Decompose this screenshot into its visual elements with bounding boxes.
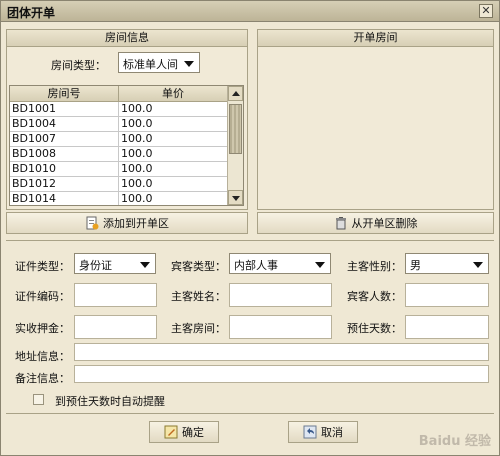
guest-count-label: 宾客人数： — [347, 290, 402, 303]
deposit-input[interactable] — [74, 315, 157, 339]
room-number-cell: BD1004 — [10, 117, 119, 131]
room-number-cell: BD1012 — [10, 177, 119, 191]
table-row[interactable]: BD1008 100.0 — [10, 147, 228, 162]
trash-icon — [334, 216, 348, 230]
guest-count-input[interactable] — [405, 283, 489, 307]
price-cell: 100.0 — [119, 102, 228, 116]
arrow-up-icon — [232, 91, 240, 96]
price-cell: 100.0 — [119, 147, 228, 161]
stay-days-input[interactable] — [405, 315, 489, 339]
remove-from-order-label: 从开单区删除 — [351, 217, 418, 230]
gender-label: 主客性别： — [347, 260, 402, 273]
gender-value: 男 — [410, 259, 421, 272]
room-table-header: 房间号 单价 — [10, 86, 228, 102]
chevron-down-icon — [315, 262, 325, 268]
room-number-cell: BD1014 — [10, 192, 119, 205]
guest-type-select[interactable]: 内部人事 — [229, 253, 331, 274]
room-info-header: 房间信息 — [7, 30, 247, 47]
table-row[interactable]: BD1014 100.0 — [10, 192, 228, 205]
table-row[interactable]: BD1004 100.0 — [10, 117, 228, 132]
guest-room-input[interactable] — [229, 315, 332, 339]
close-button[interactable]: ✕ — [479, 4, 493, 18]
deposit-label: 实收押金： — [15, 322, 70, 335]
address-label: 地址信息： — [15, 350, 70, 363]
price-cell: 100.0 — [119, 132, 228, 146]
scroll-down-button[interactable] — [228, 190, 243, 205]
guest-type-value: 内部人事 — [234, 259, 278, 272]
confirm-button[interactable]: 确定 — [149, 421, 219, 443]
guest-type-label: 宾客类型： — [171, 260, 226, 273]
add-to-order-button[interactable]: 添加到开单区 — [6, 212, 248, 234]
open-rooms-header: 开单房间 — [258, 30, 493, 47]
price-cell: 100.0 — [119, 162, 228, 176]
room-number-cell: BD1001 — [10, 102, 119, 116]
group-checkin-window: 团体开单 ✕ 房间信息 房间类型： 标准单人间 房间号 单价 BD1001 100… — [0, 0, 500, 456]
column-price[interactable]: 单价 — [119, 86, 228, 101]
table-row[interactable]: BD1007 100.0 — [10, 132, 228, 147]
guest-name-input[interactable] — [229, 283, 332, 307]
add-to-order-label: 添加到开单区 — [103, 217, 169, 230]
id-type-value: 身份证 — [79, 259, 112, 272]
stay-days-label: 预住天数： — [347, 322, 402, 335]
address-input[interactable] — [74, 343, 489, 361]
room-type-label: 房间类型： — [51, 59, 106, 72]
window-title: 团体开单 — [7, 6, 56, 20]
pencil-icon — [164, 425, 178, 439]
table-row[interactable]: BD1001 100.0 — [10, 102, 228, 117]
room-number-cell: BD1007 — [10, 132, 119, 146]
chevron-down-icon — [140, 262, 150, 268]
confirm-label: 确定 — [182, 426, 204, 439]
scroll-up-button[interactable] — [228, 86, 243, 101]
gender-select[interactable]: 男 — [405, 253, 489, 274]
id-type-select[interactable]: 身份证 — [74, 253, 156, 274]
cancel-label: 取消 — [321, 426, 343, 439]
guest-room-label: 主客房间： — [171, 322, 226, 335]
price-cell: 100.0 — [119, 117, 228, 131]
auto-remind-checkbox[interactable] — [33, 394, 44, 405]
watermark: Baidu 经验 — [418, 434, 491, 449]
add-document-icon — [85, 216, 99, 230]
id-number-input[interactable] — [74, 283, 157, 307]
room-table-body: BD1001 100.0 BD1004 100.0 BD1007 100.0 BD10… — [10, 102, 228, 205]
note-label: 备注信息： — [15, 372, 70, 385]
chevron-down-icon — [473, 262, 483, 268]
room-type-value: 标准单人间 — [123, 58, 178, 71]
divider — [6, 413, 494, 414]
room-table-scrollbar[interactable] — [227, 86, 243, 205]
column-room-number[interactable]: 房间号 — [10, 86, 119, 101]
id-number-label: 证件编码： — [15, 290, 70, 303]
divider — [6, 240, 494, 241]
room-number-cell: BD1010 — [10, 162, 119, 176]
auto-remind-label: 到预住天数时自动提醒 — [55, 395, 165, 408]
note-input[interactable] — [74, 365, 489, 383]
room-type-select[interactable]: 标准单人间 — [118, 52, 200, 73]
room-table: 房间号 单价 BD1001 100.0 BD1004 100.0 BD1007 100… — [9, 85, 244, 206]
scroll-thumb[interactable] — [229, 104, 242, 154]
title-bar[interactable]: 团体开单 ✕ — [1, 1, 499, 22]
arrow-down-icon — [232, 196, 240, 201]
room-number-cell: BD1008 — [10, 147, 119, 161]
remove-from-order-button[interactable]: 从开单区删除 — [257, 212, 494, 234]
price-cell: 100.0 — [119, 177, 228, 191]
open-rooms-panel: 开单房间 — [257, 29, 494, 210]
guest-name-label: 主客姓名： — [171, 290, 226, 303]
id-type-label: 证件类型： — [15, 260, 70, 273]
table-row[interactable]: BD1012 100.0 — [10, 177, 228, 192]
table-row[interactable]: BD1010 100.0 — [10, 162, 228, 177]
cancel-button[interactable]: 取消 — [288, 421, 358, 443]
chevron-down-icon — [184, 61, 194, 67]
undo-icon — [303, 425, 317, 439]
price-cell: 100.0 — [119, 192, 228, 205]
